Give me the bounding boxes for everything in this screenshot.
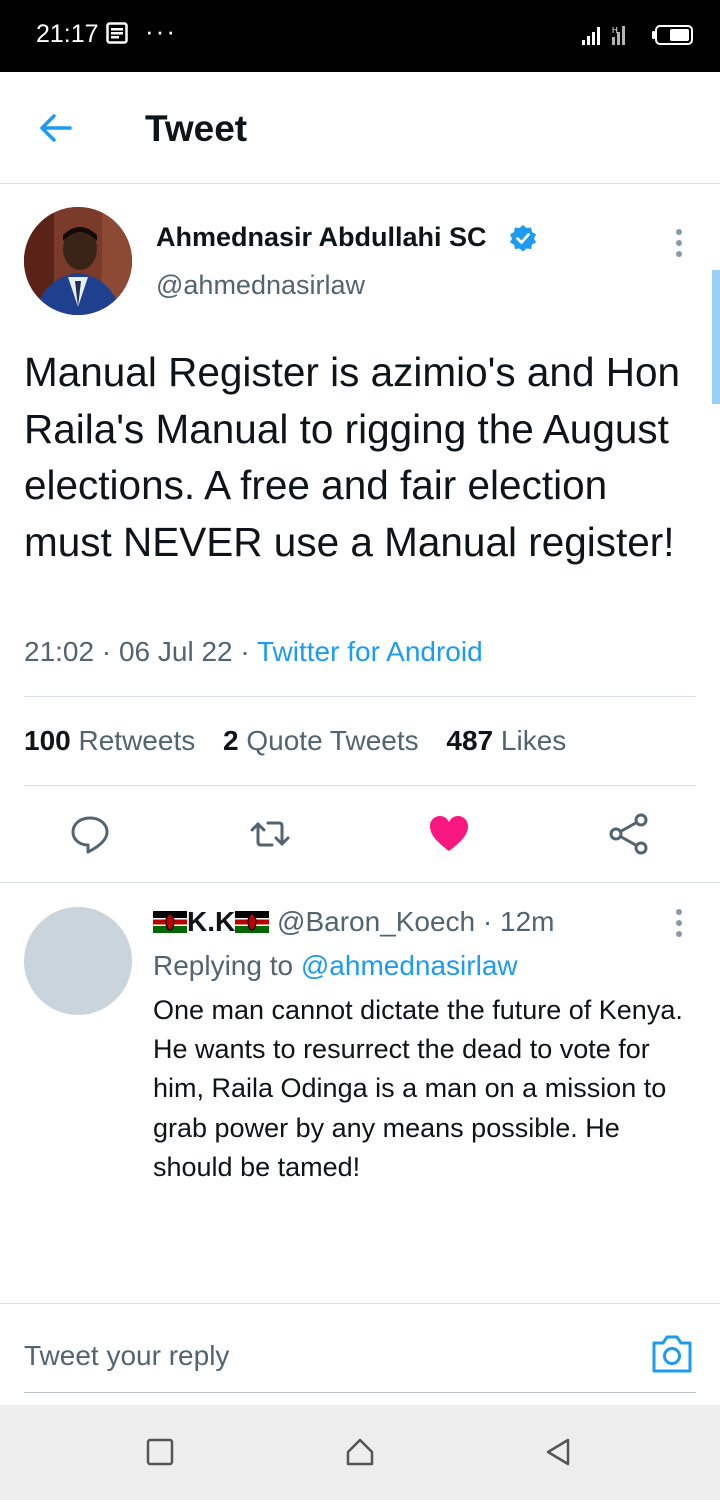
battery-icon (652, 25, 693, 45)
like-icon[interactable] (427, 812, 471, 856)
kenya-flag-icon (235, 911, 270, 933)
likes-count: 487 (446, 725, 494, 756)
camera-icon[interactable] (650, 1333, 694, 1375)
verified-badge-icon (510, 225, 536, 252)
reply-avatar[interactable] (24, 907, 132, 1015)
recent-apps-icon[interactable] (144, 1436, 176, 1468)
retweets-stat[interactable]: 100 Retweets (24, 725, 195, 756)
reply-author-handle[interactable]: @Baron_Koech (277, 906, 475, 937)
replying-to: Replying to @ahmednasirlaw (153, 950, 518, 982)
status-time: 21:17 (36, 20, 99, 48)
reply-input[interactable]: Tweet your reply (24, 1340, 229, 1372)
reply-header: K.K @Baron_Koech · 12m (153, 906, 554, 938)
svg-text:H: H (612, 26, 618, 35)
compose-top-divider (0, 1303, 720, 1304)
retweets-label: Retweets (78, 725, 196, 756)
back-nav-icon[interactable] (542, 1436, 574, 1468)
arrow-left-icon[interactable] (36, 108, 76, 148)
status-more-dots: ··· (145, 16, 177, 46)
news-icon (106, 22, 128, 44)
reply-more-icon[interactable] (675, 909, 683, 939)
author-handle[interactable]: @ahmednasirlaw (156, 270, 365, 301)
kenya-flag-icon (153, 911, 187, 933)
tweet-time: 21:02 (24, 636, 95, 667)
author-avatar[interactable] (24, 207, 132, 315)
replying-to-handle[interactable]: @ahmednasirlaw (301, 950, 518, 981)
author-name[interactable]: Ahmednasir Abdullahi SC (156, 222, 487, 253)
reply-separator: · (482, 906, 493, 937)
likes-stat[interactable]: 487 Likes (446, 725, 566, 756)
reply-icon[interactable] (68, 812, 112, 856)
actions-divider (0, 882, 720, 883)
meta-divider (24, 696, 696, 697)
signal-icon: H (582, 26, 625, 45)
stats-divider (24, 785, 696, 786)
quotes-count: 2 (223, 725, 239, 756)
page-title: Tweet (145, 108, 248, 149)
compose-bottom-divider (24, 1392, 696, 1393)
retweets-count: 100 (24, 725, 71, 756)
likes-label: Likes (500, 725, 567, 756)
home-icon[interactable] (344, 1436, 376, 1468)
retweet-icon[interactable] (248, 812, 292, 856)
meta-separator: · (240, 636, 250, 667)
replying-to-label: Replying to (153, 950, 294, 981)
scrollbar-thumb[interactable] (712, 270, 720, 404)
tweet-source-link[interactable]: Twitter for Android (257, 636, 483, 667)
meta-separator: · (101, 636, 112, 667)
avatar-photo (24, 207, 132, 315)
reply-author-name[interactable]: K.K (187, 906, 235, 937)
share-icon[interactable] (607, 812, 651, 856)
reply-text: One man cannot dictate the future of Ken… (153, 995, 683, 1182)
reply-age: 12m (500, 906, 555, 937)
header-divider (0, 183, 720, 184)
quotes-label: Quote Tweets (246, 725, 419, 756)
tweet-meta: 21:02 · 06 Jul 22 · Twitter for Android (24, 636, 483, 668)
tweet-date: 06 Jul 22 (118, 636, 233, 667)
quote-tweets-stat[interactable]: 2 Quote Tweets (223, 725, 419, 756)
tweet-stats: 100 Retweets 2 Quote Tweets 487 Likes (24, 725, 586, 757)
tweet-more-icon[interactable] (675, 229, 683, 259)
tweet-text: Manual Register is azimio's and Hon Rail… (24, 349, 681, 565)
